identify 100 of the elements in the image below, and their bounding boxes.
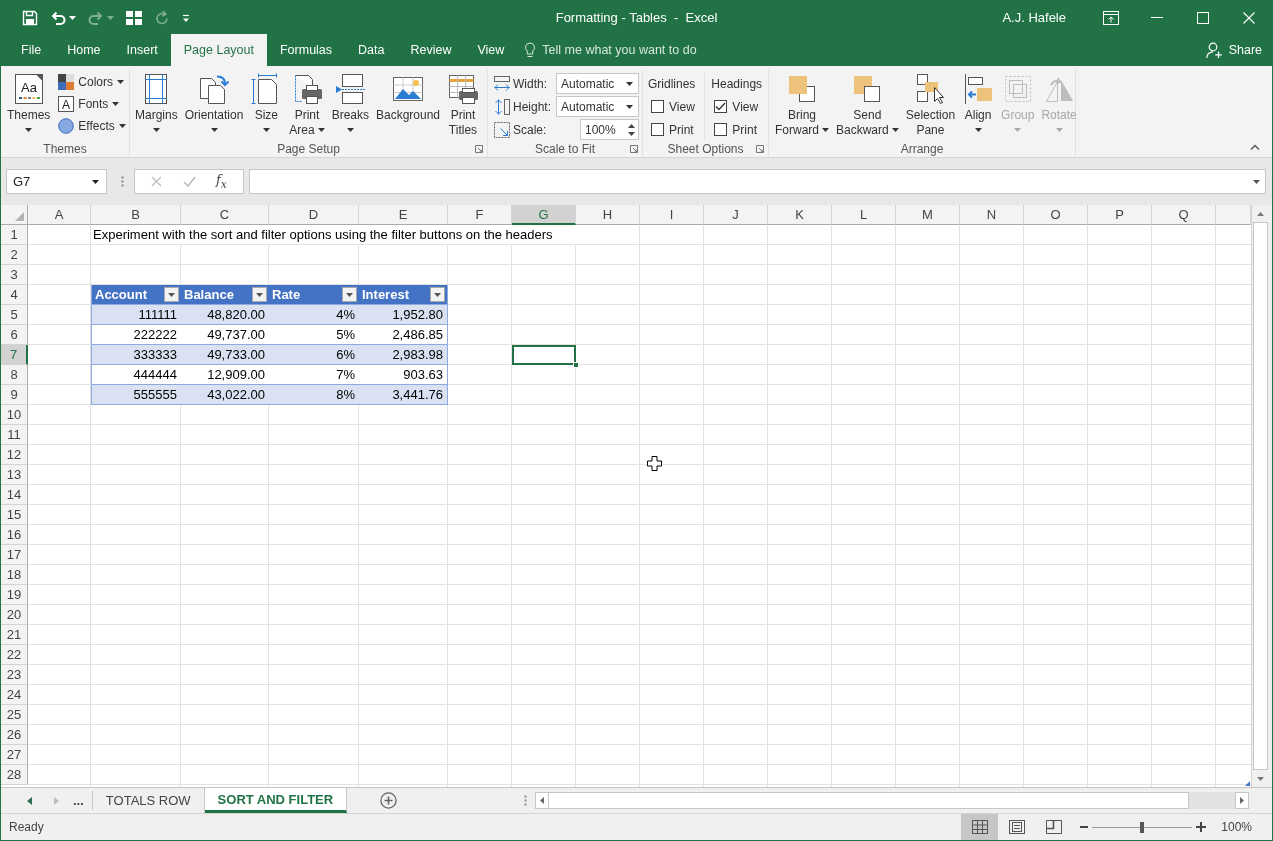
row-header[interactable]: 14 — [1, 485, 28, 505]
row-header[interactable]: 9 — [1, 385, 28, 405]
check-icon[interactable] — [182, 176, 196, 187]
row-header[interactable]: 23 — [1, 665, 28, 685]
caret-icon[interactable] — [92, 179, 99, 184]
breaks-button[interactable]: Breaks — [329, 73, 371, 141]
ribbon-tab[interactable]: Home — [54, 34, 114, 66]
left-arrow-icon[interactable] — [27, 796, 32, 805]
zoom-level[interactable]: 100% — [1221, 820, 1252, 834]
filter-button[interactable] — [342, 287, 357, 302]
sheet-tab[interactable]: SORT AND FILTER — [204, 788, 348, 813]
more-sheets-button[interactable]: ... — [59, 788, 92, 813]
row-header[interactable]: 4 — [1, 285, 28, 305]
ribbon-tab[interactable]: View — [464, 34, 518, 66]
row-header[interactable]: 22 — [1, 645, 28, 665]
spinner-field[interactable]: 100% — [580, 119, 639, 140]
margins-button[interactable]: Margins — [133, 73, 180, 141]
ribbon-tab[interactable]: Data — [345, 34, 398, 66]
row-header[interactable]: 1 — [1, 225, 28, 245]
colors-button[interactable]: Colors — [56, 71, 128, 93]
add-icon[interactable] — [380, 792, 398, 809]
save-icon[interactable] — [22, 9, 38, 26]
maximize-icon[interactable] — [1197, 11, 1209, 24]
bring-forward-button[interactable]: Bring Forward — [773, 73, 831, 141]
background-button[interactable]: Background — [373, 73, 442, 141]
row-header[interactable]: 13 — [1, 465, 28, 485]
column-header[interactable]: F — [448, 205, 512, 225]
row-header[interactable]: 5 — [1, 305, 28, 325]
selection-pane-button[interactable]: Selection Pane — [903, 73, 958, 141]
column-header[interactable]: G — [512, 205, 576, 225]
orientation-button[interactable]: Orientation — [182, 73, 246, 141]
column-header[interactable]: Q — [1152, 205, 1216, 225]
ribbon-tab[interactable]: Page Layout — [170, 34, 267, 66]
launcher-icon[interactable] — [475, 145, 483, 153]
spin-arrows-icon[interactable] — [628, 123, 635, 136]
row-header[interactable]: 10 — [1, 405, 28, 425]
column-header[interactable]: E — [359, 205, 448, 225]
row-header[interactable]: 18 — [1, 565, 28, 585]
checkbox[interactable] — [714, 123, 728, 136]
size-button[interactable]: Size — [248, 73, 285, 141]
ribbon-tab[interactable]: File — [8, 34, 55, 66]
minus-icon[interactable] — [1080, 826, 1089, 828]
normal-view-button[interactable] — [961, 814, 999, 840]
formula-field[interactable] — [249, 169, 1266, 194]
column-header[interactable]: K — [768, 205, 832, 225]
column-header[interactable]: P — [1088, 205, 1152, 225]
checkbox[interactable] — [651, 123, 664, 136]
row-header[interactable]: 12 — [1, 445, 28, 465]
row-header[interactable]: 28 — [1, 765, 28, 785]
customize-icon[interactable] — [182, 13, 190, 22]
slider-thumb[interactable] — [1140, 821, 1145, 833]
fonts-button[interactable]: A Fonts — [56, 93, 128, 115]
scroll-thumb[interactable] — [1253, 222, 1268, 770]
launcher-icon[interactable] — [630, 145, 638, 153]
checkbox-label[interactable]: Print — [669, 122, 694, 137]
filter-button[interactable] — [164, 287, 179, 302]
filter-button[interactable] — [252, 287, 267, 302]
column-header[interactable]: N — [960, 205, 1024, 225]
themes-button[interactable]: Aa Themes — [5, 73, 53, 141]
insert-function-button[interactable]: f$_{x}$ — [215, 172, 227, 191]
column-header[interactable]: M — [896, 205, 960, 225]
ribbon-display-icon[interactable] — [1103, 10, 1119, 25]
column-header[interactable]: B — [91, 205, 181, 225]
print-area-button[interactable]: Print Area — [287, 73, 327, 141]
close-icon[interactable] — [1243, 11, 1255, 24]
column-header[interactable]: O — [1024, 205, 1088, 225]
checkbox-label[interactable]: View — [732, 99, 759, 114]
row-header[interactable]: 21 — [1, 625, 28, 645]
column-header[interactable]: D — [269, 205, 359, 225]
search-field[interactable]: Tell me what you want to do — [524, 34, 697, 66]
dropdown-field[interactable]: Automatic — [556, 96, 639, 117]
fill-handle[interactable] — [573, 362, 579, 368]
ribbon-tab[interactable]: Formulas — [266, 34, 346, 66]
scroll-left-button[interactable] — [535, 792, 549, 809]
caret-icon[interactable] — [1253, 179, 1260, 184]
row-header[interactable]: 7 — [1, 345, 28, 365]
ribbon-tab[interactable]: Review — [397, 34, 465, 66]
row-header[interactable]: 24 — [1, 685, 28, 705]
row-header[interactable]: 8 — [1, 365, 28, 385]
caret-icon[interactable] — [626, 104, 633, 109]
row-header[interactable]: 15 — [1, 505, 28, 525]
share-button[interactable]: Share — [1205, 34, 1262, 66]
row-header[interactable]: 17 — [1, 545, 28, 565]
row-header[interactable]: 2 — [1, 245, 28, 265]
column-header[interactable]: L — [832, 205, 896, 225]
caret-icon[interactable] — [626, 81, 633, 86]
scroll-right-button[interactable] — [1235, 792, 1249, 809]
column-header[interactable]: I — [640, 205, 704, 225]
grid-icon[interactable] — [126, 9, 142, 26]
row-header[interactable]: 3 — [1, 265, 28, 285]
row-header[interactable]: 27 — [1, 745, 28, 765]
launcher-icon[interactable] — [756, 145, 764, 153]
collapse-icon[interactable] — [1250, 144, 1260, 151]
checkbox[interactable] — [651, 100, 664, 113]
send-backward-button[interactable]: Send Backward — [834, 73, 901, 141]
filter-button[interactable] — [430, 287, 445, 302]
row-header[interactable]: 16 — [1, 525, 28, 545]
checkbox[interactable] — [714, 100, 728, 113]
align-button[interactable]: Align — [960, 73, 997, 141]
print-titles-button[interactable]: Print Titles — [444, 73, 481, 141]
